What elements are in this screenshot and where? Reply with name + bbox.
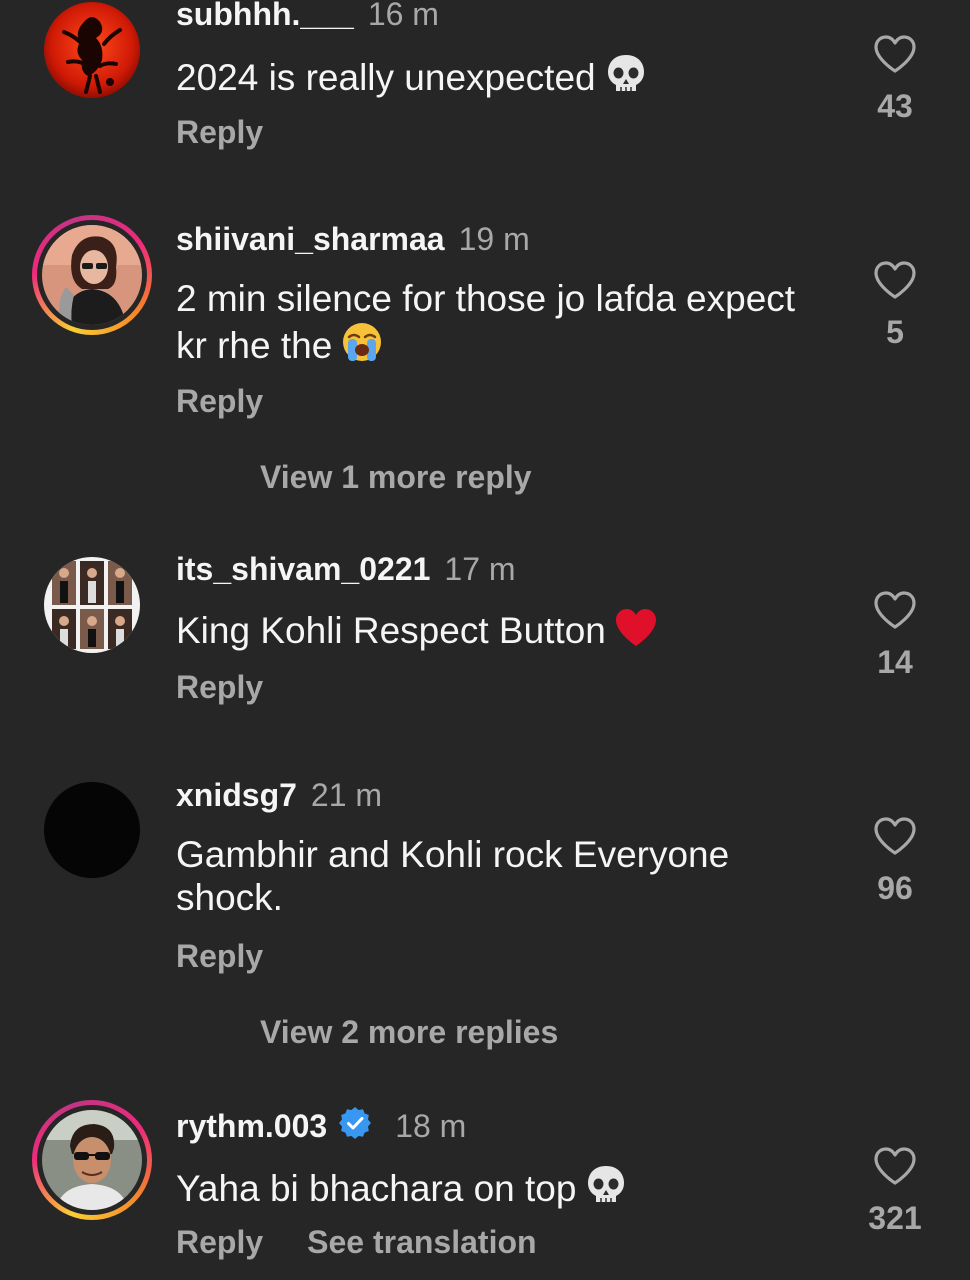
avatar[interactable] [44,2,140,98]
comment-text-content: 2024 is really unexpected [176,57,596,98]
skull-icon [604,52,648,105]
woman-photo-avatar-image [42,225,142,325]
comment-text: 2 min silence for those jo lafda expect … [176,277,826,373]
red-heart-icon [614,607,658,658]
verified-badge-icon [337,1105,373,1150]
man-photo-avatar-image [42,1110,142,1210]
comment-text-content: King Kohli Respect Button [176,610,606,651]
like-count: 96 [877,870,913,906]
comment-actions: Reply [176,936,263,976]
comment-header: xnidsg7 21 m [176,775,382,815]
reply-button[interactable]: Reply [176,114,263,150]
photo-grid-avatar-image [44,557,140,653]
timestamp: 18 m [395,1108,467,1144]
comment-text-line-wrap: kr rhe the [176,320,826,373]
comment-text-line: Gambhir and Kohli rock Everyone [176,834,730,875]
comment-text-line: kr rhe the [176,325,333,366]
like-count: 14 [877,644,913,680]
comment-actions: Reply [176,667,263,707]
reply-button[interactable]: Reply [176,383,263,419]
reply-button[interactable]: Reply [176,938,263,974]
comment-header: subhhh.___ 16 m [176,0,439,34]
view-more-replies-button[interactable]: View 2 more replies [260,1012,558,1052]
heart-icon[interactable] [873,34,917,74]
see-translation-button[interactable]: See translation [307,1224,536,1260]
loudly-crying-face-icon [340,320,384,373]
avatar[interactable] [32,1100,152,1220]
view-more-replies-button[interactable]: View 1 more reply [260,457,532,497]
timestamp: 17 m [444,551,516,587]
timestamp: 19 m [458,221,530,257]
username[interactable]: its_shivam_0221 [176,551,430,587]
avatar[interactable] [32,215,152,335]
like-count: 43 [877,88,913,124]
like-control: 14 [855,590,935,680]
comment-header: shiivani_sharmaa 19 m [176,219,530,259]
comment-text: Yaha bi bhachara on top [176,1163,826,1216]
timestamp: 16 m [367,0,439,32]
heart-icon[interactable] [873,816,917,856]
heart-icon[interactable] [873,1146,917,1186]
comment-actions: Reply [176,112,263,152]
comment-text-content: Yaha bi bhachara on top [176,1168,577,1209]
comment-text: 2024 is really unexpected [176,52,826,105]
avatar[interactable] [44,557,140,653]
comment-header: rythm.003 18 m [176,1105,466,1150]
avatar[interactable] [44,782,140,878]
like-control: 5 [855,260,935,350]
heart-icon[interactable] [873,260,917,300]
red-illustration-avatar-image [44,2,140,98]
comment-text-line: shock. [176,877,283,918]
username[interactable]: shiivani_sharmaa [176,221,445,257]
comment-text: Gambhir and Kohli rock Everyone shock. [176,833,826,919]
reply-button[interactable]: Reply [176,1224,263,1260]
comment-text-line: 2 min silence for those jo lafda expect [176,278,796,319]
like-count: 321 [868,1200,922,1236]
username[interactable]: xnidsg7 [176,777,297,813]
skull-icon [584,1163,628,1216]
comment-header: its_shivam_0221 17 m [176,549,516,589]
like-control: 96 [855,816,935,906]
like-count: 5 [886,314,904,350]
heart-icon[interactable] [873,590,917,630]
comment-text: King Kohli Respect Button [176,607,826,658]
like-control: 321 [855,1146,935,1236]
comment-actions: Reply See translation [176,1222,537,1262]
comment-actions: Reply [176,381,263,421]
username[interactable]: rythm.003 [176,1108,327,1144]
timestamp: 21 m [310,777,383,813]
reply-button[interactable]: Reply [176,669,263,705]
like-control: 43 [855,34,935,124]
username[interactable]: subhhh.___ [176,0,354,32]
